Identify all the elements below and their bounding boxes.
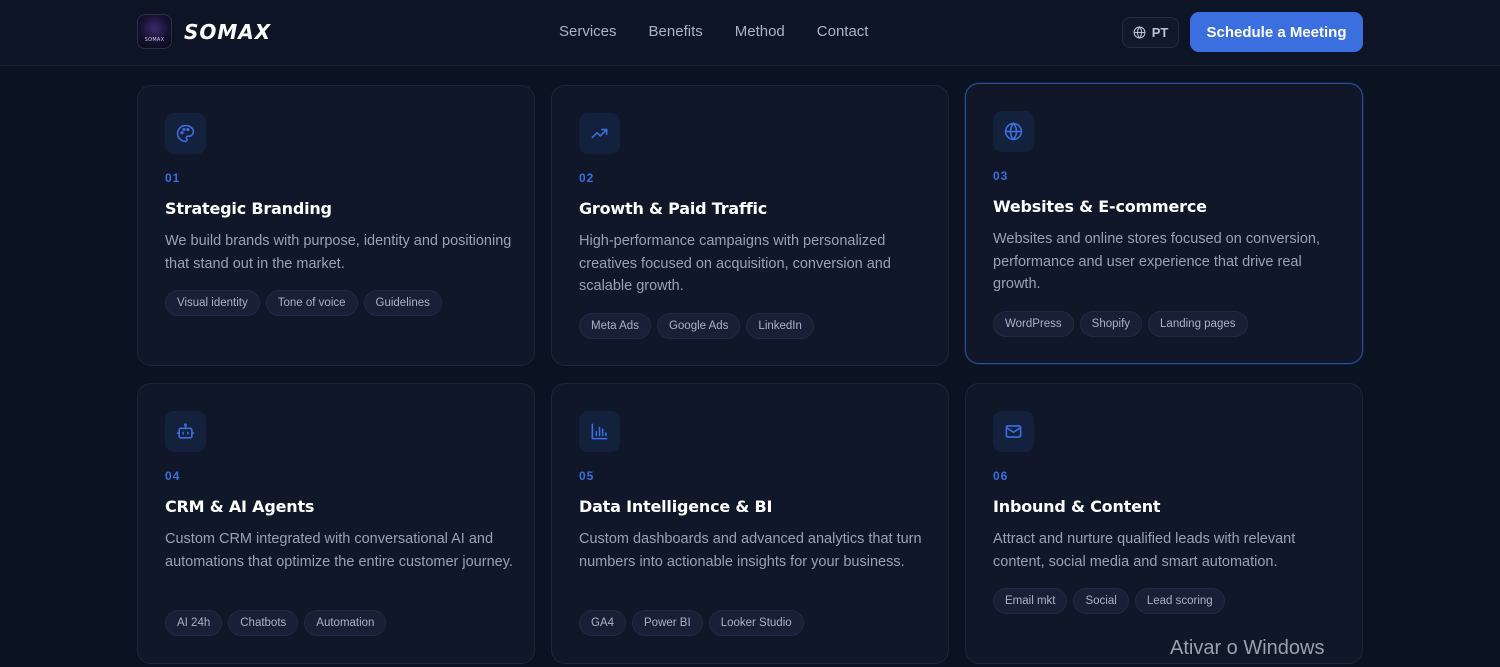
brand-logo[interactable]: SOMAX SOMAX [137, 14, 271, 49]
card-number: 04 [165, 469, 181, 483]
brand-name: SOMAX [184, 19, 272, 44]
tag: Chatbots [228, 610, 299, 636]
card-number: 01 [165, 171, 181, 185]
language-switch[interactable]: PT [1122, 17, 1179, 48]
tag-list: AI 24h Chatbots Automation [165, 610, 387, 636]
card-description: We build brands with purpose, identity a… [165, 233, 512, 272]
tag-list: WordPress Shopify Landing pages [993, 311, 1248, 337]
card-title: CRM & AI Agents [165, 497, 315, 516]
card-description: Custom dashboards and advanced analytics… [579, 531, 922, 570]
card-number: 05 [579, 469, 595, 483]
tag: Social [1073, 588, 1129, 614]
card-description: Custom CRM integrated with conversationa… [165, 531, 513, 570]
bot-icon [165, 411, 206, 452]
service-card-websites[interactable]: 03 Websites & E-commerce Websites and on… [965, 83, 1363, 364]
card-description: Attract and nurture qualified leads with… [993, 531, 1296, 570]
trending-up-icon [579, 113, 620, 154]
mail-icon [993, 411, 1034, 452]
tag: Meta Ads [579, 313, 651, 339]
logo-small-text: SOMAX [144, 36, 165, 43]
card-title: Websites & E-commerce [993, 197, 1207, 216]
tag: Tone of voice [265, 290, 358, 316]
tag: Lead scoring [1134, 588, 1225, 614]
tag: WordPress [993, 311, 1074, 337]
main-nav: Services Benefits Method Contact [559, 23, 900, 40]
tag: Landing pages [1148, 311, 1248, 337]
card-title: Inbound & Content [993, 497, 1161, 516]
globe-icon [993, 111, 1034, 152]
tag: Looker Studio [708, 610, 804, 636]
card-description: High-performance campaigns with personal… [579, 233, 891, 294]
tag: LinkedIn [746, 313, 814, 339]
service-card-crm[interactable]: 04 CRM & AI Agents Custom CRM integrated… [137, 383, 535, 664]
tag: Email mkt [993, 588, 1068, 614]
tag: Shopify [1079, 311, 1143, 337]
service-card-data[interactable]: 05 Data Intelligence & BI Custom dashboa… [551, 383, 949, 664]
card-title: Data Intelligence & BI [579, 497, 773, 516]
palette-icon [165, 113, 206, 154]
tag-list: Visual identity Tone of voice Guidelines [165, 290, 442, 316]
tag-list: Email mkt Social Lead scoring [993, 588, 1225, 614]
tag: Google Ads [656, 313, 741, 339]
tag: Guidelines [363, 290, 442, 316]
card-number: 02 [579, 171, 595, 185]
bar-chart-icon [579, 411, 620, 452]
schedule-meeting-button[interactable]: Schedule a Meeting [1190, 12, 1363, 52]
tag: Automation [304, 610, 387, 636]
service-card-branding[interactable]: 01 Strategic Branding We build brands wi… [137, 85, 535, 366]
tag: GA4 [579, 610, 627, 636]
nav-contact[interactable]: Contact [817, 23, 869, 40]
nav-services[interactable]: Services [559, 23, 617, 40]
language-label: PT [1151, 25, 1169, 40]
tag-list: GA4 Power BI Looker Studio [579, 610, 804, 636]
nav-method[interactable]: Method [735, 23, 785, 40]
card-description: Websites and online stores focused on co… [993, 231, 1320, 292]
logo-icon: SOMAX [137, 14, 172, 49]
card-title: Growth & Paid Traffic [579, 199, 768, 218]
top-navbar: SOMAX SOMAX Services Benefits Method Con… [0, 0, 1500, 66]
card-number: 03 [993, 169, 1009, 183]
service-card-inbound[interactable]: 06 Inbound & Content Attract and nurture… [965, 383, 1363, 664]
tag: Visual identity [165, 290, 260, 316]
tag: AI 24h [165, 610, 223, 636]
tag: Power BI [632, 610, 703, 636]
nav-benefits[interactable]: Benefits [649, 23, 703, 40]
windows-activation-watermark: Ativar o Windows [1170, 637, 1325, 659]
service-card-growth[interactable]: 02 Growth & Paid Traffic High-performanc… [551, 85, 949, 366]
globe-icon [1133, 26, 1146, 39]
tag-list: Meta Ads Google Ads LinkedIn [579, 313, 814, 339]
card-title: Strategic Branding [165, 199, 332, 218]
card-number: 06 [993, 469, 1009, 483]
